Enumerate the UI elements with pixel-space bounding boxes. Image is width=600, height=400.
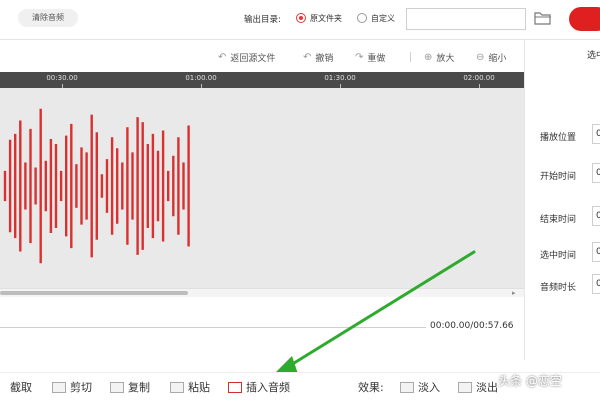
fade-in-button[interactable]: 淡入: [400, 380, 440, 394]
start-button[interactable]: [569, 7, 600, 31]
fade-out-label: 淡出: [476, 381, 498, 394]
time-readout: 00:00.00/00:57.66: [430, 321, 514, 331]
scissors-icon: [52, 381, 66, 393]
tick-label: 00:30.00: [46, 74, 78, 82]
redo-icon: ↷: [355, 51, 364, 63]
start-time-field[interactable]: 0: [592, 163, 600, 183]
start-time-label: 开始时间: [540, 172, 577, 182]
waveform: [3, 108, 190, 264]
undo-button[interactable]: ↶ 撤销: [303, 50, 333, 64]
radio-source-folder[interactable]: [296, 13, 306, 23]
fade-in-icon: [400, 381, 414, 393]
timeline-ruler[interactable]: 00:30.00 01:00.00 01:30.00 02:00.00: [0, 72, 524, 88]
zoom-in-label: 放大: [436, 53, 455, 64]
copy-button[interactable]: 复制: [110, 380, 150, 394]
undo-icon: ↶: [303, 51, 312, 63]
scrollbar-thumb[interactable]: [0, 291, 188, 295]
insert-audio-button[interactable]: 插入音频: [228, 380, 290, 394]
tab-selection[interactable]: 选中: [587, 48, 600, 61]
undo-label: 撤销: [315, 53, 334, 64]
play-position-field[interactable]: 0: [592, 124, 600, 144]
selected-time-field[interactable]: 0: [592, 242, 600, 262]
trim-label: 剪切: [70, 381, 92, 394]
radio-custom[interactable]: [357, 13, 367, 23]
paste-button[interactable]: 粘贴: [170, 380, 210, 394]
scroll-right-arrow-icon[interactable]: ▸: [512, 289, 516, 297]
fade-in-label: 淡入: [418, 381, 440, 394]
trim-button[interactable]: 剪切: [52, 380, 92, 394]
horizontal-scrollbar[interactable]: ▸: [0, 288, 524, 297]
zoom-out-icon: ⊖: [476, 51, 485, 63]
paste-label: 粘贴: [188, 381, 210, 394]
edit-toolbar: ↶ 返回源文件 ↶ 撤销 ↷ 重做 ⊕ 放大 ⊖ 缩小: [0, 46, 524, 68]
paste-icon: [170, 381, 184, 393]
cut-button[interactable]: 截取: [10, 380, 32, 394]
end-time-label: 结束时间: [540, 215, 577, 225]
copy-icon: [110, 381, 124, 393]
radio-custom-label: 自定义: [371, 14, 395, 23]
fade-out-icon: [458, 381, 472, 393]
restore-icon: ↶: [218, 51, 227, 63]
tick-label: 01:30.00: [324, 74, 356, 82]
cut-label: 截取: [10, 381, 32, 394]
selection-panel: 选中 播放位置 0 开始时间 0 结束时间 0 选中时间 0 音频时长 0: [524, 40, 600, 360]
waveform-area[interactable]: [0, 88, 524, 288]
insert-audio-label: 插入音频: [246, 381, 290, 394]
duration-field[interactable]: 0: [592, 274, 600, 294]
zoom-in-button[interactable]: ⊕ 放大: [424, 50, 454, 64]
zoom-in-icon: ⊕: [424, 51, 433, 63]
play-position-label: 播放位置: [540, 133, 577, 143]
zoom-out-button[interactable]: ⊖ 缩小: [476, 50, 506, 64]
zoom-out-label: 缩小: [488, 53, 507, 64]
output-dir-label: 输出目录:: [244, 15, 281, 25]
tick-label: 02:00.00: [463, 74, 495, 82]
radio-source-folder-label: 原文件夹: [310, 14, 342, 23]
tick-label: 01:00.00: [185, 74, 217, 82]
duration-label: 音频时长: [540, 283, 577, 293]
copy-label: 复制: [128, 381, 150, 394]
fade-out-button[interactable]: 淡出: [458, 380, 498, 394]
top-bar: 清除音频 输出目录: 原文件夹 自定义: [0, 0, 600, 40]
redo-label: 重做: [367, 53, 386, 64]
end-time-field[interactable]: 0: [592, 206, 600, 226]
watermark: 头条 @恋空: [498, 374, 562, 388]
output-path-input[interactable]: [406, 8, 526, 30]
insert-audio-icon: [228, 381, 242, 393]
redo-button[interactable]: ↷ 重做: [355, 50, 385, 64]
restore-label: 返回源文件: [230, 53, 276, 64]
clear-audio-button[interactable]: 清除音频: [18, 9, 78, 27]
restore-source-button[interactable]: ↶ 返回源文件: [218, 50, 275, 64]
selected-time-label: 选中时间: [540, 251, 577, 261]
folder-icon[interactable]: [534, 11, 552, 25]
toolbar-divider: [410, 52, 411, 62]
playback-track[interactable]: [0, 327, 426, 328]
effects-label: 效果:: [358, 381, 384, 394]
